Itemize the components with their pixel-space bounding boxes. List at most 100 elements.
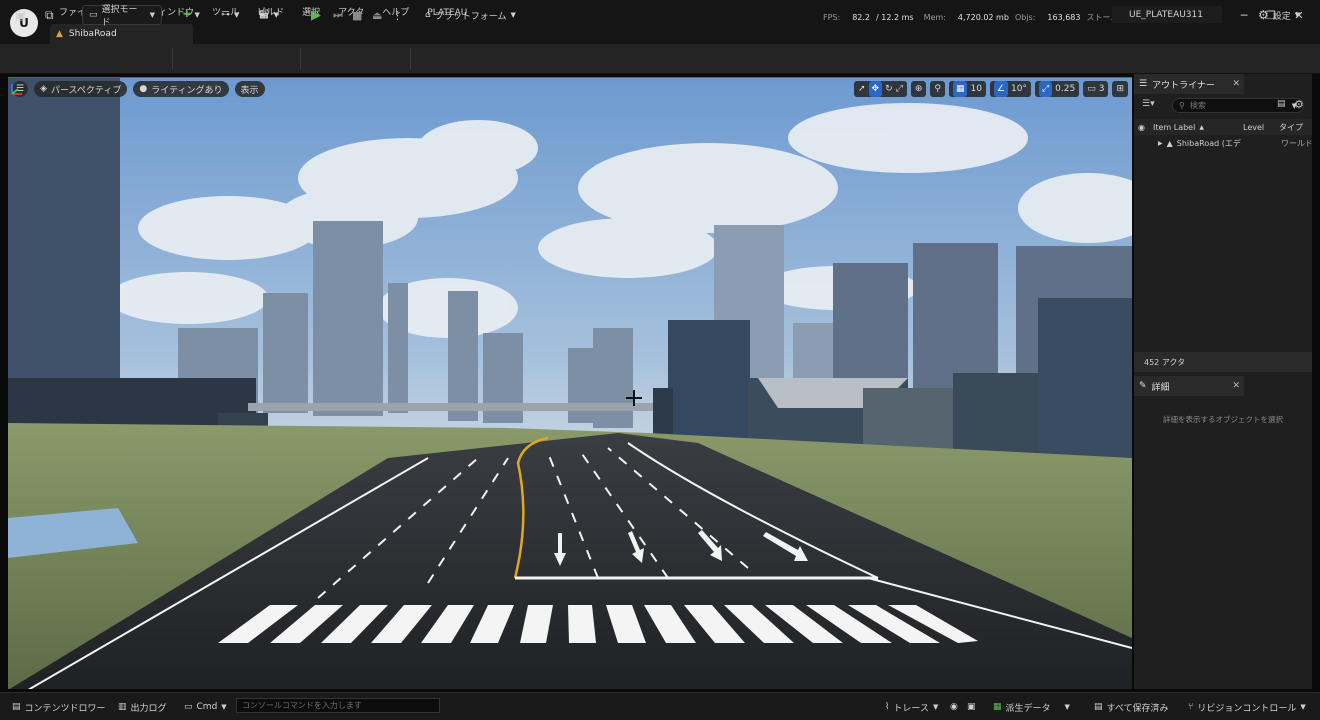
performance-stats: FPS: 82.2 / 12.2 ms Mem: 4,720.02 mb Obj… xyxy=(823,12,1132,23)
console-input[interactable]: コンソールコマンドを入力します xyxy=(236,698,440,713)
cmd-dropdown[interactable]: ▭ Cmd ▼ xyxy=(184,699,227,715)
project-name: UE_PLATEAU311 xyxy=(1112,6,1222,23)
log-icon: ▥ xyxy=(118,702,127,712)
select-arrow-icon[interactable]: ➚ xyxy=(858,84,866,94)
objs-label: Objs: xyxy=(1014,13,1036,22)
world-local-icon[interactable]: ⊕ xyxy=(910,81,927,97)
translate-icon[interactable]: ✥ xyxy=(868,81,883,97)
rotate-icon[interactable]: ↻ xyxy=(885,84,893,94)
objs-value: 163,683 xyxy=(1047,13,1081,22)
play-options-icon[interactable]: ⋮ xyxy=(392,5,403,25)
perspective-label: パースペクティブ xyxy=(51,85,122,96)
lighting-button[interactable]: ● ライティングあり xyxy=(133,81,229,97)
scale-snap-button[interactable]: ⤢ 0.25 xyxy=(1034,81,1080,97)
grid-icon: ▦ xyxy=(952,81,968,97)
perspective-button[interactable]: ◈ パースペクティブ xyxy=(34,81,128,97)
pencil-icon: ✎ xyxy=(1139,381,1147,391)
viewport-options-right: ➚ ✥ ↻ ⤢ ⊕ ⚲ ▦ 10 ∠ 10° ⤢ 0.25 ▭ 3 ⊞ xyxy=(853,81,1128,97)
col-item-label[interactable]: Item Label xyxy=(1153,123,1195,132)
select-mode-dropdown[interactable]: ▭ 選択モード ▼ xyxy=(82,5,162,28)
settings-label: 設定 xyxy=(1272,11,1291,22)
eye-icon[interactable]: ◉ xyxy=(1138,123,1145,132)
revision-control-label: リビジョンコントロール xyxy=(1197,703,1297,714)
outliner-tab[interactable]: ☰ アウトライナー ✕ xyxy=(1134,74,1244,94)
content-browser-icon[interactable]: ⧉ xyxy=(45,5,54,25)
select-mode-label: 選択モード xyxy=(101,5,138,28)
maximize-viewport-icon[interactable]: ⊞ xyxy=(1112,81,1128,97)
blueprint-button[interactable]: ⊶ ▼ xyxy=(221,5,239,25)
gear-icon: ⚙ xyxy=(1258,8,1269,22)
settings-dropdown[interactable]: ⚙ 設定 ▼ xyxy=(1258,5,1300,25)
screenshot-icon[interactable]: ▣ xyxy=(967,699,976,715)
trace-icon: ⌇ xyxy=(885,702,890,712)
grid-snap-button[interactable]: ▦ 10 xyxy=(948,81,986,97)
grid-value: 10 xyxy=(970,84,982,94)
add-actor-button[interactable]: ✚ ▼ xyxy=(183,5,200,25)
stop-button[interactable]: ■ xyxy=(352,5,362,25)
output-log-button[interactable]: ▥ 出力ログ xyxy=(118,699,167,715)
details-empty-message: 詳細を表示するオブジェクトを選択 xyxy=(1163,415,1283,424)
world-icon: ▲ xyxy=(1166,139,1173,148)
close-icon[interactable]: ✕ xyxy=(1232,79,1240,89)
frame-time-value: / 12.2 ms xyxy=(876,13,914,22)
close-icon[interactable]: ✕ xyxy=(1232,381,1240,391)
scale-value: 0.25 xyxy=(1055,84,1076,94)
level-tab-label: ShibaRoad xyxy=(68,29,117,39)
search-icon: ⚲ xyxy=(1179,101,1185,110)
outliner-header: ◉ Item Label ▲ Level タイプ xyxy=(1134,119,1312,135)
details-tab-label: 詳細 xyxy=(1151,382,1170,393)
drawer-icon: ▤ xyxy=(12,702,21,712)
col-level[interactable]: Level xyxy=(1243,123,1264,132)
surface-snap-icon[interactable]: ⚲ xyxy=(930,81,945,97)
show-button[interactable]: 表示 xyxy=(234,81,265,97)
eject-button[interactable]: ⏏ xyxy=(372,5,382,25)
camera-icon: ▭ xyxy=(1087,84,1096,94)
col-type[interactable]: タイプ xyxy=(1279,122,1303,133)
rotation-snap-button[interactable]: ∠ 10° xyxy=(989,81,1031,97)
step-button[interactable]: ⏭ xyxy=(333,5,343,25)
show-label: 表示 xyxy=(240,85,259,96)
row-label: ShibaRoad (エデ xyxy=(1176,139,1241,148)
camera-speed-button[interactable]: ▭ 3 xyxy=(1083,81,1109,97)
level-icon: ▲ xyxy=(56,29,63,39)
save-all-label: すべて保存済み xyxy=(1106,703,1169,714)
derived-data-button[interactable]: ▦ 派生データ ▼ xyxy=(993,699,1070,715)
sort-asc-icon: ▲ xyxy=(1199,123,1204,131)
new-folder-icon[interactable]: ▤ xyxy=(1277,99,1286,109)
platform-icon: ⌂ xyxy=(425,10,431,20)
terminal-icon: ▭ xyxy=(184,702,193,712)
transform-tools[interactable]: ➚ ✥ ↻ ⤢ xyxy=(853,81,907,97)
scale-snap-icon: ⤢ xyxy=(1038,81,1053,97)
content-drawer-button[interactable]: ▤ コンテンツドロワー xyxy=(12,699,106,715)
record-icon[interactable]: ◉ xyxy=(950,699,958,715)
axis-gizmo-icon xyxy=(11,84,22,95)
angle-value: 10° xyxy=(1011,84,1027,94)
scale-icon[interactable]: ⤢ xyxy=(896,84,903,94)
expand-arrow-icon[interactable]: ▶ xyxy=(1158,140,1163,147)
save-icon[interactable]: ▣ xyxy=(15,5,26,25)
minimize-icon[interactable]: ─ xyxy=(1237,9,1251,22)
outliner-icon: ☰ xyxy=(1139,79,1148,89)
details-tab[interactable]: ✎ 詳細 ✕ xyxy=(1134,376,1244,396)
fps-value: 82.2 xyxy=(852,13,871,22)
trace-dropdown[interactable]: ⌇ トレース ▼ xyxy=(885,699,938,715)
outliner-row[interactable]: ▶ ▲ ShibaRoad (エデ ワールド xyxy=(1134,136,1312,151)
level-viewport[interactable]: ☰ ◈ パースペクティブ ● ライティングあり 表示 ➚ ✥ ↻ ⤢ ⊕ ⚲ ▦… xyxy=(8,77,1132,689)
filter-icon[interactable]: ☰▾ xyxy=(1142,99,1155,109)
crosshair-icon xyxy=(626,390,642,406)
cinematics-button[interactable]: 🎬︎ ▼ xyxy=(258,5,279,25)
content-drawer-label: コンテンツドロワー xyxy=(24,703,106,714)
outliner-panel: ☰ アウトライナー ✕ ☰▾ ⚲ 検索 ▼ ▤ ⚙ ◉ Item Label ▲… xyxy=(1134,74,1312,376)
derived-data-label: 派生データ xyxy=(1005,703,1051,714)
lighting-label: ライティングあり xyxy=(151,85,223,96)
viewport-options-left: ☰ ◈ パースペクティブ ● ライティングあり 表示 xyxy=(12,81,265,97)
revision-control-button[interactable]: ⑂ リビジョンコントロール ▼ xyxy=(1188,699,1306,715)
scene-render xyxy=(8,78,1132,689)
fps-label: FPS: xyxy=(823,13,841,22)
main-toolbar xyxy=(0,44,1320,74)
chevron-down-icon: ▼ xyxy=(932,703,939,711)
platform-dropdown[interactable]: ⌂ プラットフォーム ▼ xyxy=(425,5,516,25)
play-button[interactable]: ▶ xyxy=(311,5,321,25)
save-all-button[interactable]: ▤ すべて保存済み xyxy=(1094,699,1169,715)
gear-icon[interactable]: ⚙ xyxy=(1294,98,1304,111)
